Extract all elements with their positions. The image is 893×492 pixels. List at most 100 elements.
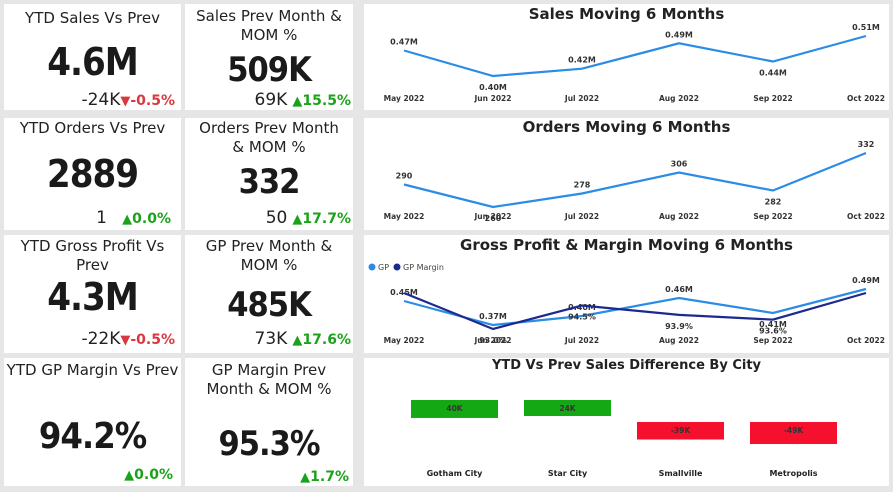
kpi-diff: 50 bbox=[265, 208, 288, 228]
kpi-diff: -24K bbox=[81, 90, 121, 110]
kpi-pct: 15.5% bbox=[302, 93, 351, 109]
legend-marker-gp-margin bbox=[393, 263, 401, 271]
kpi-card-sales-prev-month: Sales Prev Month & MOM % 509K 69K ▲15.5% bbox=[185, 4, 353, 110]
data-label: 0.51M bbox=[852, 23, 880, 32]
x-tick-label: May 2022 bbox=[384, 94, 425, 103]
kpi-diff: -22K bbox=[81, 329, 121, 349]
data-label: 94.5% bbox=[568, 313, 596, 322]
x-tick-label: Smallville bbox=[659, 469, 703, 478]
up-arrow-icon: ▲ bbox=[124, 468, 135, 483]
x-tick-label: Oct 2022 bbox=[847, 94, 885, 103]
x-tick-label: Sep 2022 bbox=[753, 94, 792, 103]
x-tick-label: Jul 2022 bbox=[564, 336, 599, 345]
kpi-card-ytd-gross-profit: YTD Gross Profit Vs Prev 4.3M -22K▼-0.5% bbox=[4, 235, 181, 353]
x-tick-label: Sep 2022 bbox=[753, 212, 792, 221]
data-label: 0.44M bbox=[759, 68, 787, 77]
up-arrow-icon: ▲ bbox=[300, 470, 311, 485]
kpi-value: 95.3% bbox=[218, 424, 320, 464]
orders-line-chart: 290260278306282332May 2022 Jun 2022 Jul 20… bbox=[384, 140, 885, 223]
orders-line-chart-panel: Orders Moving 6 Months 290 260 278 306 282 33… bbox=[364, 118, 889, 230]
data-label: 0.42M bbox=[568, 56, 596, 65]
data-label: 290 bbox=[396, 172, 413, 181]
x-tick-label: Jul 2022 bbox=[564, 212, 599, 221]
kpi-value: 2889 bbox=[46, 152, 139, 196]
x-tick-label: Aug 2022 bbox=[659, 212, 699, 221]
kpi-pct: -0.5% bbox=[130, 93, 175, 109]
x-tick-label: Jul 2022 bbox=[564, 94, 599, 103]
kpi-title: YTD Orders Vs Prev bbox=[19, 119, 166, 137]
data-label: 0.46M bbox=[665, 285, 693, 294]
data-label: 93.6% bbox=[759, 327, 787, 336]
up-arrow-icon: ▲ bbox=[292, 94, 303, 109]
kpi-title: GP Margin Prev Month & MOM % bbox=[206, 361, 332, 398]
series-line-1 bbox=[403, 291, 867, 331]
x-tick-label: May 2022 bbox=[384, 212, 425, 221]
kpi-value: 4.3M bbox=[47, 275, 139, 319]
legend-label: GP bbox=[378, 263, 389, 272]
kpi-pct: 17.7% bbox=[302, 211, 351, 227]
data-label: 0.49M bbox=[852, 276, 880, 285]
kpi-pct: -0.5% bbox=[130, 332, 175, 348]
kpi-value: 94.2% bbox=[38, 416, 147, 457]
kpi-pct: 1.7% bbox=[310, 469, 349, 485]
kpi-card-ytd-orders: YTD Orders Vs Prev 2889 1 ▲0.0% bbox=[4, 118, 181, 230]
x-tick-label: Aug 2022 bbox=[659, 336, 699, 345]
legend-marker-gp bbox=[368, 263, 376, 271]
kpi-diff: 69K bbox=[254, 90, 288, 110]
data-label: 0.45M bbox=[390, 288, 418, 297]
x-tick-label: Jun 2022 bbox=[474, 212, 512, 221]
up-arrow-icon: ▲ bbox=[122, 212, 133, 227]
kpi-value: 4.6M bbox=[47, 40, 139, 84]
down-arrow-icon: ▼ bbox=[120, 333, 131, 348]
kpi-title: Orders Prev Month & MOM % bbox=[199, 119, 339, 156]
x-tick-label: Oct 2022 bbox=[847, 212, 885, 221]
kpi-value: 485K bbox=[227, 285, 312, 325]
up-arrow-icon: ▲ bbox=[292, 212, 303, 227]
bar-value-label: 24K bbox=[559, 404, 576, 413]
kpi-pct: 0.0% bbox=[134, 467, 173, 483]
kpi-card-ytd-sales: YTD Sales Vs Prev 4.6M -24K▼-0.5% bbox=[4, 4, 181, 110]
series-line-0 bbox=[403, 151, 867, 209]
x-tick-label: Gotham City bbox=[427, 469, 484, 478]
down-arrow-icon: ▼ bbox=[120, 94, 131, 109]
kpi-card-gp-prev-month: GP Prev Month & MOM % 485K 73K ▲17.6% bbox=[185, 235, 353, 353]
city-diff-bar-chart: 40K Gotham City 24K Star City -39K Smallville… bbox=[411, 400, 837, 478]
bar-value-label: -39K bbox=[671, 426, 692, 435]
x-tick-label: Oct 2022 bbox=[847, 336, 885, 345]
x-tick-label: Metropolis bbox=[769, 469, 817, 478]
kpi-title: YTD GP Margin Vs Prev bbox=[6, 361, 179, 379]
kpi-diff: 73K bbox=[254, 329, 288, 349]
kpi-value: 332 bbox=[238, 162, 301, 202]
city-diff-bar-chart-panel: YTD Vs Prev Sales Difference By City 40K… bbox=[364, 358, 889, 486]
kpi-card-ytd-gp-margin: YTD GP Margin Vs Prev 94.2% ▲0.0% bbox=[4, 358, 181, 486]
up-arrow-icon: ▲ bbox=[292, 333, 303, 348]
gp-margin-line-chart: GP GP Margin0.45M0.37M0.40M0.46M0.41M0.49… bbox=[368, 263, 885, 345]
data-label: 278 bbox=[574, 181, 591, 190]
bar-value-label: 40K bbox=[446, 404, 463, 413]
kpi-diff: 1 bbox=[96, 208, 107, 228]
x-tick-label: Aug 2022 bbox=[659, 94, 699, 103]
data-label: 332 bbox=[858, 140, 875, 149]
kpi-value: 509K bbox=[227, 50, 312, 90]
gp-margin-line-chart-panel: Gross Profit & Margin Moving 6 Months GP… bbox=[364, 235, 889, 353]
x-tick-label: Sep 2022 bbox=[753, 336, 792, 345]
legend-label: GP Margin bbox=[403, 263, 444, 272]
data-label: 93.9% bbox=[665, 322, 693, 331]
data-label: 282 bbox=[765, 198, 782, 207]
kpi-pct: 17.6% bbox=[302, 332, 351, 348]
bar-value-label: -49K bbox=[784, 426, 805, 435]
kpi-card-gp-margin-prev-month: GP Margin Prev Month & MOM % 95.3% ▲1.7% bbox=[185, 358, 353, 486]
kpi-card-orders-prev-month: Orders Prev Month & MOM % 332 50 ▲17.7% bbox=[185, 118, 353, 230]
data-label: 0.37M bbox=[479, 312, 507, 321]
kpi-title: GP Prev Month & MOM % bbox=[205, 237, 333, 274]
data-label: 0.49M bbox=[665, 30, 693, 39]
x-tick-label: Jun 2022 bbox=[474, 94, 512, 103]
x-tick-label: May 2022 bbox=[384, 336, 425, 345]
kpi-title: YTD Gross Profit Vs Prev bbox=[20, 237, 165, 274]
data-label: 0.40M bbox=[479, 83, 507, 92]
sales-line-chart-panel: Sales Moving 6 Months 0.47M 0.40M 0.42M 0.4… bbox=[364, 4, 889, 110]
data-label: 306 bbox=[671, 160, 688, 169]
series-line-0 bbox=[403, 34, 867, 78]
kpi-title: YTD Sales Vs Prev bbox=[25, 9, 160, 27]
kpi-title: Sales Prev Month & MOM % bbox=[196, 7, 342, 44]
